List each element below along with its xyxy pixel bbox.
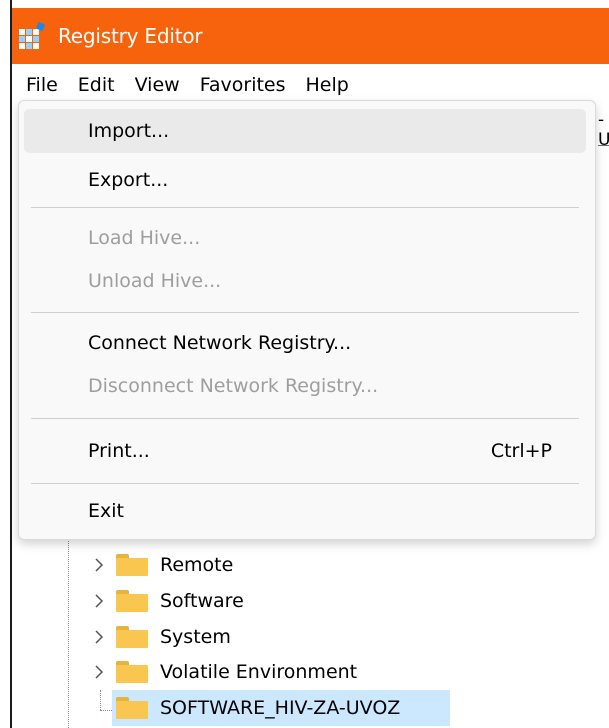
registry-grid-icon	[18, 22, 46, 50]
tree-item-label: SOFTWARE_HIV-ZA-UVOZ	[160, 697, 401, 719]
screen-edge	[0, 0, 10, 728]
menu-item-connect-network-registry[interactable]: Connect Network Registry...	[24, 321, 586, 365]
folder-icon	[116, 554, 148, 576]
menu-item-unload-hive: Unload Hive...	[88, 270, 222, 292]
tree-item-label: Remote	[160, 554, 234, 576]
menu-item-disconnect-network-registry: Disconnect Network Registry...	[88, 375, 379, 397]
menu-separator	[31, 418, 579, 419]
menu-help[interactable]: Help	[298, 65, 357, 105]
menu-favorites[interactable]: Favorites	[192, 65, 294, 105]
menu-separator	[31, 312, 579, 313]
title-bar[interactable]: Registry Editor	[12, 8, 609, 64]
menu-view[interactable]: View	[127, 65, 188, 105]
menu-separator	[31, 207, 579, 208]
folder-icon	[116, 697, 148, 719]
window-border	[10, 0, 12, 728]
chevron-right-icon[interactable]	[92, 555, 106, 575]
file-menu-dropdown: Import... Export... Load Hive... Unload …	[18, 100, 596, 540]
tree-item-label: System	[160, 626, 231, 648]
tree-item-software[interactable]: Software	[92, 584, 244, 618]
tree-item-label: Software	[160, 590, 244, 612]
pane-divider	[598, 145, 609, 146]
menu-file[interactable]: File	[12, 65, 66, 105]
menu-item-export[interactable]: Export...	[24, 158, 586, 202]
tree-item-label: Volatile Environment	[160, 661, 358, 683]
tree-item-system[interactable]: System	[92, 620, 231, 654]
chevron-right-icon[interactable]	[92, 662, 106, 682]
folder-icon	[116, 590, 148, 612]
tree-guide-line	[68, 538, 69, 728]
menu-edit[interactable]: Edit	[70, 65, 123, 105]
window-title: Registry Editor	[58, 24, 203, 48]
tree-item-volatile-environment[interactable]: Volatile Environment	[92, 655, 357, 689]
menu-item-load-hive: Load Hive...	[88, 227, 201, 249]
menu-item-exit[interactable]: Exit	[24, 489, 586, 533]
menu-separator	[31, 483, 579, 484]
tree-connector	[100, 690, 101, 710]
chevron-right-icon[interactable]	[92, 591, 106, 611]
tree-item-software-hiv-za-uvoz[interactable]: SOFTWARE_HIV-ZA-UVOZ	[116, 691, 400, 725]
menu-item-import[interactable]: Import...	[24, 109, 586, 153]
tree-item-remote[interactable]: Remote	[92, 548, 233, 582]
folder-icon	[116, 661, 148, 683]
menu-item-print[interactable]: Print... Ctrl+P	[24, 429, 586, 473]
chevron-right-icon[interactable]	[92, 627, 106, 647]
shortcut-label: Ctrl+P	[490, 440, 552, 462]
menu-item-label: Print...	[88, 440, 150, 462]
address-bar-fragment: -U	[598, 110, 609, 146]
folder-icon	[116, 626, 148, 648]
